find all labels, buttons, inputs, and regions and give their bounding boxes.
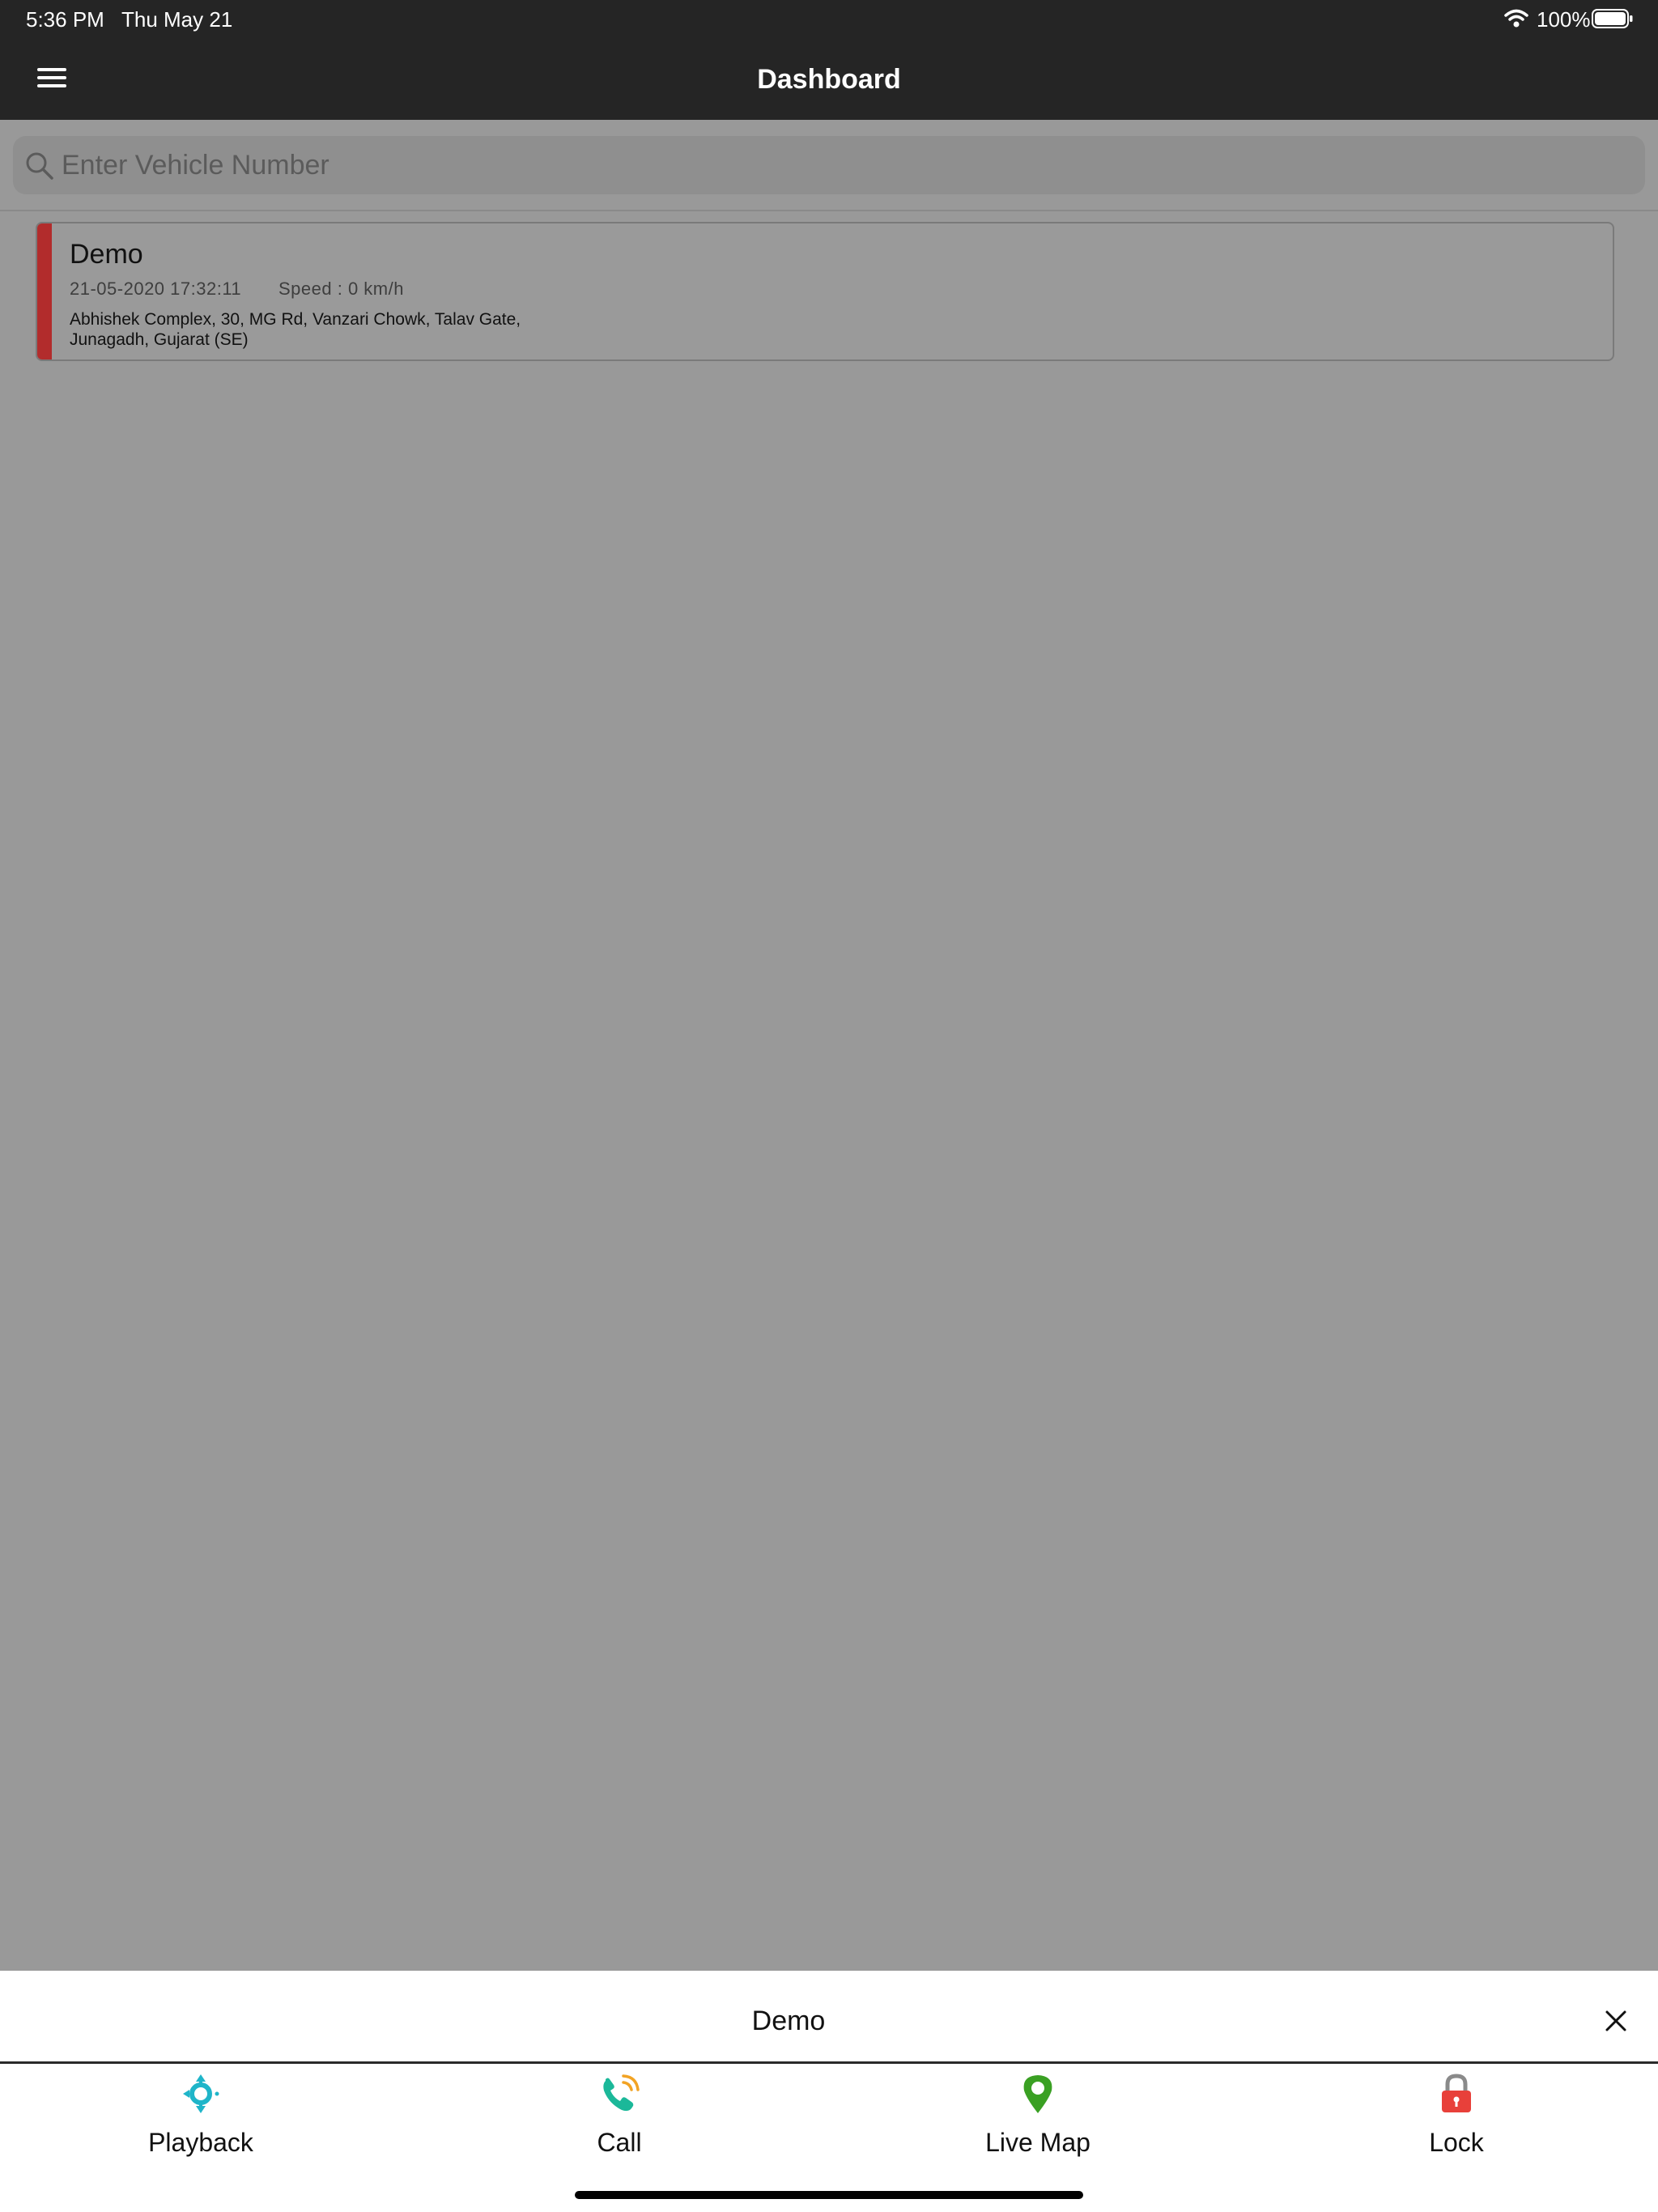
search-divider	[0, 210, 1658, 211]
map-pin-icon	[1023, 2075, 1052, 2113]
page-title: Dashboard	[757, 64, 901, 95]
vehicle-name: Demo	[70, 239, 143, 270]
playback-button[interactable]: Playback	[79, 2073, 322, 2170]
playback-label: Playback	[148, 2128, 253, 2157]
vehicle-card[interactable]: Demo 21-05-2020 17:32:11 Speed : 0 km/h …	[36, 222, 1614, 361]
playback-icon	[183, 2074, 219, 2113]
vehicle-address: Abhishek Complex, 30, MG Rd, Vanzari Cho…	[70, 310, 521, 349]
sheet-title: Demo	[751, 2006, 826, 2036]
battery-percent: 100%	[1537, 7, 1591, 32]
battery-icon	[1592, 9, 1633, 28]
call-label: Call	[597, 2128, 642, 2157]
live-map-button[interactable]: Live Map	[916, 2073, 1159, 2170]
wifi-icon	[1504, 9, 1528, 28]
search-icon	[26, 152, 53, 180]
vehicle-datetime: 21-05-2020 17:32:11	[70, 279, 242, 299]
vehicle-speed: Speed : 0 km/h	[278, 279, 404, 299]
home-indicator[interactable]	[575, 2191, 1083, 2199]
close-icon[interactable]	[1603, 2008, 1629, 2034]
phone-call-icon	[603, 2074, 640, 2112]
lock-button[interactable]: Lock	[1335, 2073, 1578, 2170]
live-map-label: Live Map	[985, 2128, 1090, 2157]
search-input[interactable]	[62, 139, 1632, 191]
lock-label: Lock	[1429, 2128, 1484, 2157]
status-date: Thu May 21	[121, 7, 233, 32]
sheet-divider	[0, 2061, 1658, 2064]
status-time: 5:36 PM	[26, 7, 104, 32]
status-indicator-bar	[37, 223, 52, 359]
call-button[interactable]: Call	[498, 2073, 741, 2170]
lock-icon	[1442, 2074, 1471, 2112]
